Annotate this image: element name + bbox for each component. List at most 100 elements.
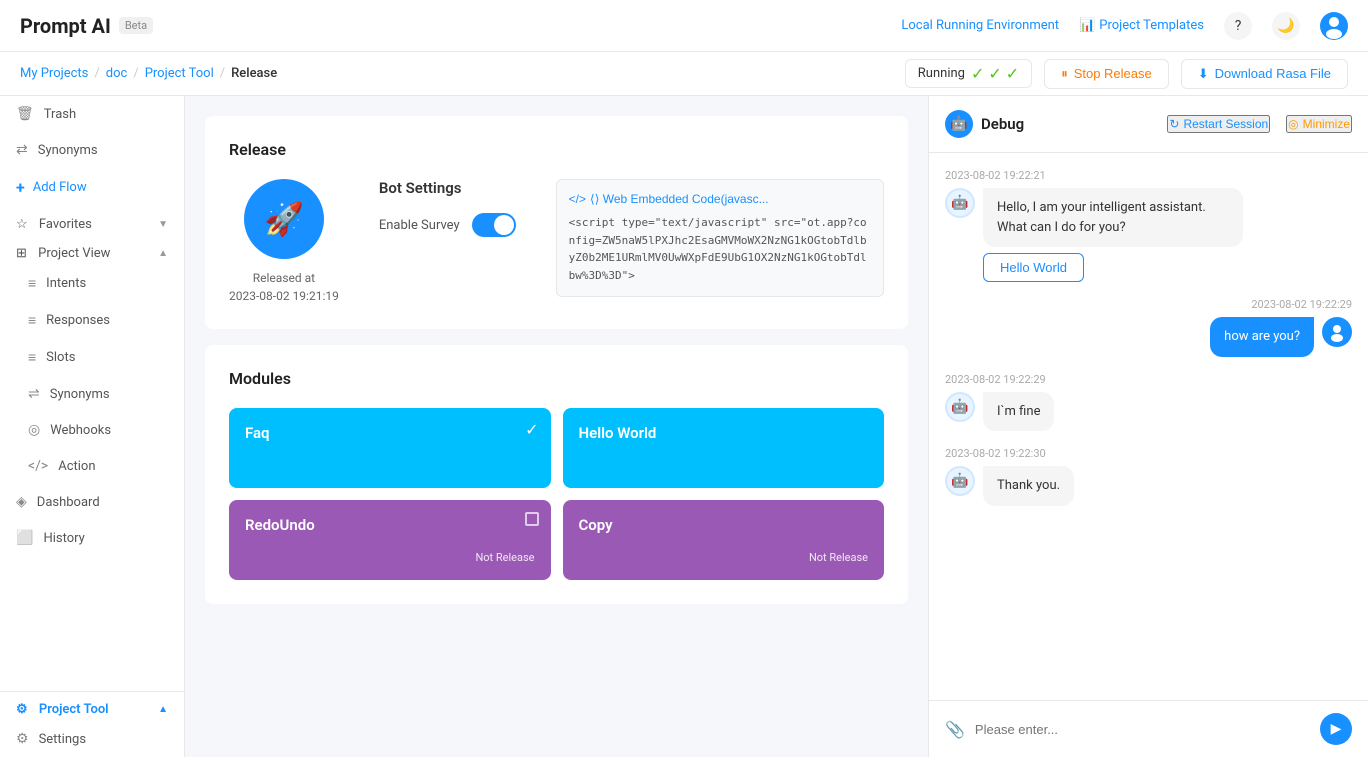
embed-code-content: <script type="text/javascript" src="ot.a…	[569, 214, 871, 284]
sidebar-item-slots[interactable]: ≡ Slots	[0, 339, 184, 376]
square-icon	[525, 512, 539, 526]
stop-release-button[interactable]: ⏸ Stop Release	[1044, 59, 1169, 89]
attachment-icon[interactable]: 📎	[945, 720, 965, 739]
debug-title-area: 🤖 Debug	[945, 110, 1024, 138]
project-tool-icon: ⚙	[16, 702, 28, 717]
content-area: Release 🚀 Released at 2023-08-02 19:21:1…	[185, 96, 928, 757]
toggle-knob	[494, 215, 514, 235]
hello-world-button[interactable]: Hello World	[983, 253, 1084, 282]
sidebar-item-responses[interactable]: ≡ Responses	[0, 302, 184, 339]
send-button[interactable]: ▶	[1320, 713, 1352, 745]
module-card-hello-world[interactable]: Hello World	[563, 408, 885, 488]
msg-bubble-1: Hello, I am your intelligent assistant. …	[983, 188, 1243, 282]
action-icon: </>	[28, 458, 48, 474]
bot-avatar-1: 🤖	[945, 188, 975, 218]
debug-messages: 2023-08-02 19:22:21 🤖 Hello, I am your i…	[929, 153, 1368, 700]
debug-title: Debug	[981, 115, 1024, 133]
breadcrumb-actions: Running ✓ ✓ ✓ ⏸ Stop Release ⬇ Download …	[905, 59, 1348, 89]
minimize-icon: ◎	[1288, 117, 1298, 131]
breadcrumb-doc[interactable]: doc	[106, 66, 128, 81]
bot-settings: Bot Settings Enable Survey	[379, 179, 516, 247]
sidebar-item-trash[interactable]: 🗑 Trash	[0, 96, 184, 132]
check-icons: ✓ ✓ ✓	[971, 64, 1019, 83]
enable-survey-toggle[interactable]	[472, 213, 516, 237]
plus-icon: +	[16, 178, 25, 197]
top-nav: Prompt AI Beta Local Running Environment…	[0, 0, 1368, 52]
module-card-faq[interactable]: Faq ✓	[229, 408, 551, 488]
sidebar-project-view[interactable]: ⊞ Project View ▲	[0, 236, 184, 265]
check-icon-2: ✓	[988, 64, 1001, 83]
user-avatar-1	[1322, 317, 1352, 347]
module-card-name-redoundo: RedoUndo	[245, 516, 535, 534]
debug-input-area: 📎 ▶	[929, 700, 1368, 757]
sidebar-item-project-tool[interactable]: ⚙ Project Tool ▲	[0, 692, 184, 721]
enable-survey-row: Enable Survey	[379, 213, 516, 237]
check-mark-icon: ✓	[525, 420, 538, 439]
project-view-label: ⊞ Project View	[16, 246, 110, 261]
msg-timestamp-1: 2023-08-02 19:22:21	[945, 169, 1352, 182]
release-icon-area: 🚀 Released at 2023-08-02 19:21:19	[229, 179, 339, 305]
add-flow-button[interactable]: + Add Flow	[0, 168, 184, 207]
debug-header: 🤖 Debug ↻ Restart Session ◎ Minimize	[929, 96, 1368, 153]
star-icon: ☆	[16, 217, 28, 232]
bot-message-1: Hello, I am your intelligent assistant. …	[983, 188, 1243, 247]
breadcrumb-release: Release	[231, 66, 277, 81]
help-icon-btn[interactable]: ?	[1224, 12, 1252, 40]
modules-title: Modules	[229, 369, 884, 388]
module-card-name-faq: Faq	[245, 424, 535, 442]
sidebar-item-synonyms-top[interactable]: ⇄ Synonyms	[0, 132, 184, 168]
bot-message-2: I`m fine	[983, 392, 1054, 432]
history-icon: ⬜	[16, 530, 33, 546]
msg-group-4: 2023-08-02 19:22:30 🤖 Thank you.	[945, 447, 1352, 506]
breadcrumb-my-projects[interactable]: My Projects	[20, 66, 88, 81]
embed-code-header[interactable]: </> ⟨⟩ Web Embedded Code(javasc...	[569, 192, 871, 206]
module-card-status-redoundo: Not Release	[245, 551, 535, 564]
sidebar-item-intents[interactable]: ≡ Intents	[0, 265, 184, 302]
status-label: Running	[918, 66, 965, 81]
module-card-status-copy: Not Release	[579, 551, 869, 564]
top-nav-right: Local Running Environment 📊 Project Temp…	[901, 12, 1348, 40]
avatar[interactable]	[1320, 12, 1348, 40]
download-icon: ⬇	[1198, 66, 1209, 82]
msg-row-1: 🤖 Hello, I am your intelligent assistant…	[945, 188, 1352, 282]
templates-link[interactable]: 📊 Project Templates	[1079, 18, 1204, 33]
breadcrumb-project-tool[interactable]: Project Tool	[145, 66, 214, 81]
code-icon: </>	[569, 192, 586, 206]
sidebar-item-webhooks[interactable]: ◎ Webhooks	[0, 412, 184, 448]
chevron-up-icon: ▲	[158, 248, 168, 259]
sidebar-item-history[interactable]: ⬜ History	[0, 520, 184, 556]
msg-timestamp-3: 2023-08-02 19:22:29	[945, 373, 1352, 386]
logo-area: Prompt AI Beta	[20, 14, 153, 38]
synonyms-icon: ⇌	[28, 386, 40, 402]
module-card-redoundo[interactable]: RedoUndo Not Release	[229, 500, 551, 580]
sidebar-item-synonyms[interactable]: ⇌ Synonyms	[0, 376, 184, 412]
debug-input[interactable]	[975, 722, 1310, 737]
download-rasa-button[interactable]: ⬇ Download Rasa File	[1181, 59, 1348, 89]
trash-icon: 🗑	[16, 106, 34, 122]
sidebar-bottom: ⚙ Project Tool ▲ ⚙ Settings	[0, 691, 184, 757]
minimize-button[interactable]: ◎ Minimize	[1286, 115, 1352, 133]
favorites-label: ☆ Favorites	[16, 217, 92, 232]
settings-icon: ⚙	[16, 731, 29, 747]
module-card-copy[interactable]: Copy Not Release	[563, 500, 885, 580]
sidebar-item-settings[interactable]: ⚙ Settings	[0, 721, 184, 757]
restart-session-button[interactable]: ↻ Restart Session	[1167, 115, 1270, 133]
enable-survey-label: Enable Survey	[379, 218, 460, 233]
dashboard-icon: ◈	[16, 494, 27, 510]
sidebar-favorites[interactable]: ☆ Favorites ▼	[0, 207, 184, 236]
release-date: Released at 2023-08-02 19:21:19	[229, 269, 339, 305]
theme-toggle-icon[interactable]: 🌙	[1272, 12, 1300, 40]
breadcrumb-bar: My Projects / doc / Project Tool / Relea…	[0, 52, 1368, 96]
sidebar-item-action[interactable]: </> Action	[0, 448, 184, 484]
module-card-name-hello-world: Hello World	[579, 424, 869, 442]
sidebar-item-dashboard[interactable]: ◈ Dashboard	[0, 484, 184, 520]
debug-panel: 🤖 Debug ↻ Restart Session ◎ Minimize 202…	[928, 96, 1368, 757]
responses-icon: ≡	[28, 312, 36, 329]
bar-chart-icon: 📊	[1079, 18, 1095, 33]
module-card-name-copy: Copy	[579, 516, 869, 534]
release-title: Release	[229, 140, 884, 159]
beta-label: Beta	[119, 17, 153, 34]
sidebar: 🗑 Trash ⇄ Synonyms + Add Flow ☆ Favorite…	[0, 96, 185, 757]
chevron-up-icon-2: ▲	[158, 704, 168, 715]
env-link[interactable]: Local Running Environment	[901, 18, 1059, 33]
